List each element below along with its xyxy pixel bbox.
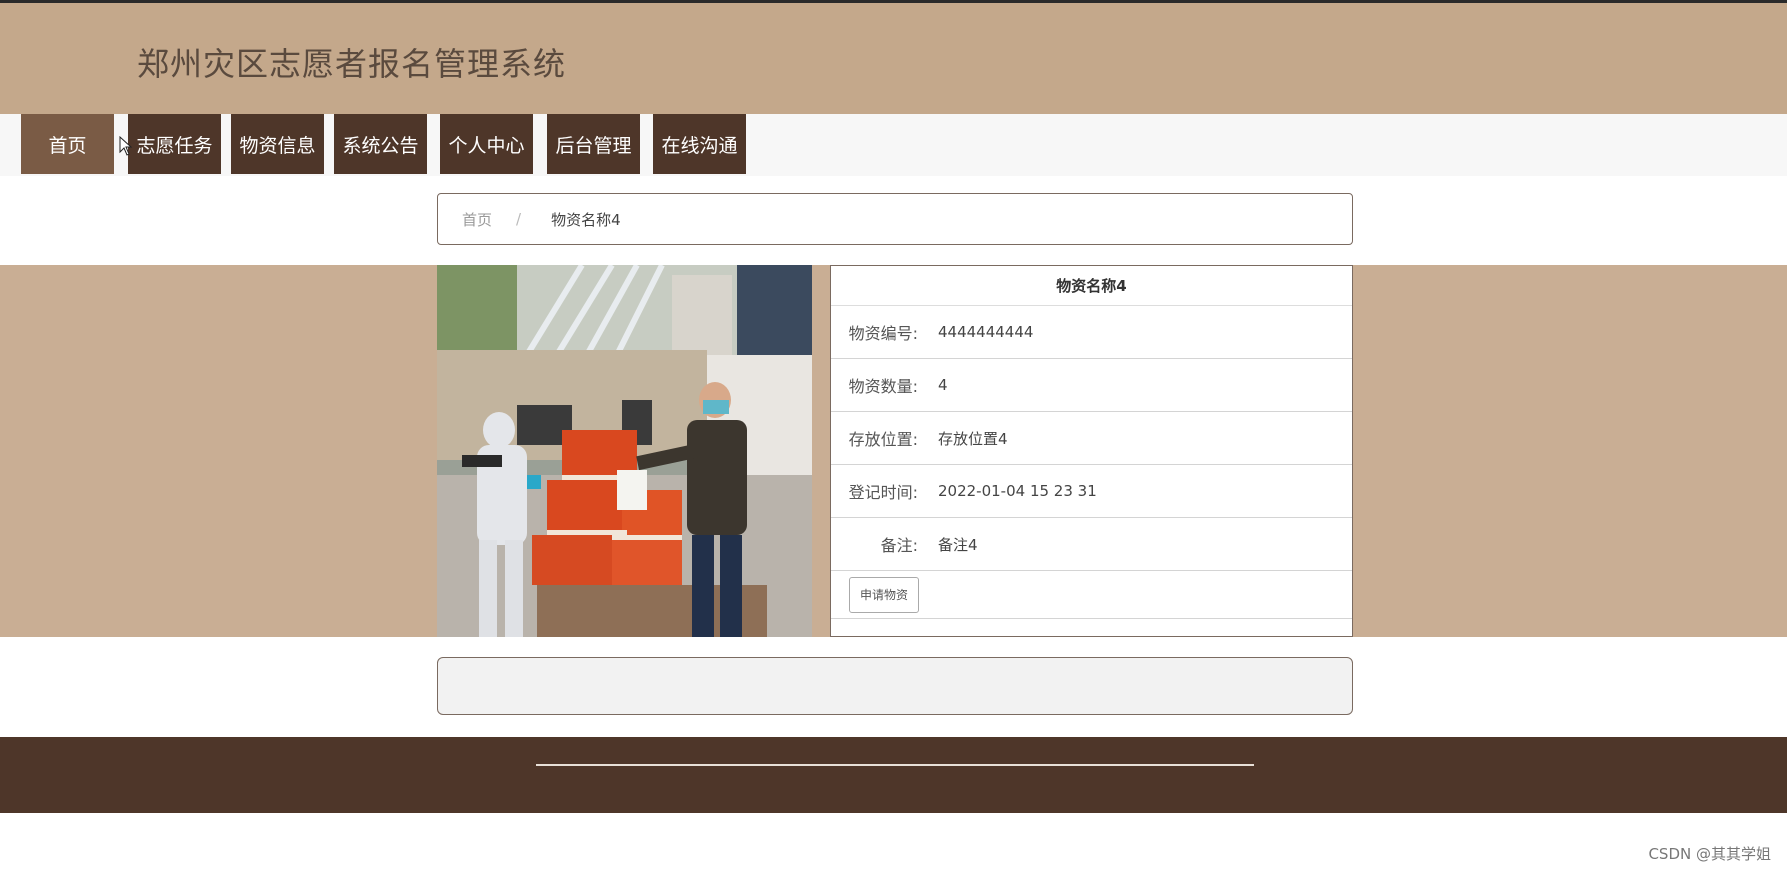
site-footer: [0, 737, 1787, 813]
detail-label: 存放位置:: [848, 430, 918, 449]
breadcrumb-current: 物资名称4: [551, 210, 621, 229]
detail-value: 4: [938, 376, 948, 394]
nav-item-online-chat[interactable]: 在线沟通: [653, 114, 746, 174]
nav-item-home[interactable]: 首页: [21, 114, 114, 174]
supply-name-title: 物资名称4: [831, 266, 1352, 306]
detail-value: 存放位置4: [938, 429, 1008, 448]
detail-row-location: 存放位置: 存放位置4: [831, 412, 1352, 465]
breadcrumb-home-link[interactable]: 首页: [462, 209, 492, 230]
site-title: 郑州灾区志愿者报名管理系统: [137, 45, 567, 83]
detail-value: 4444444444: [938, 323, 1034, 341]
detail-value: 备注4: [938, 535, 978, 554]
detail-label: 物资编号:: [848, 324, 918, 343]
csdn-watermark: CSDN @其其学姐: [1648, 845, 1771, 863]
detail-label: 登记时间:: [848, 483, 918, 502]
detail-row-quantity: 物资数量: 4: [831, 359, 1352, 412]
detail-label: 物资数量:: [848, 377, 918, 396]
nav-item-personal-center[interactable]: 个人中心: [440, 114, 533, 174]
content-placeholder-box: [437, 657, 1353, 715]
breadcrumb: 首页 / 物资名称4: [437, 193, 1353, 245]
breadcrumb-separator: /: [516, 210, 522, 228]
detail-action-row: 申请物资: [831, 571, 1352, 619]
site-header: 郑州灾区志愿者报名管理系统: [0, 0, 1787, 114]
nav-item-supplies[interactable]: 物资信息: [231, 114, 324, 174]
supply-photo: [437, 265, 812, 637]
apply-supply-button[interactable]: 申请物资: [849, 576, 920, 613]
mouse-cursor-icon: [119, 136, 133, 156]
detail-row-register-time: 登记时间: 2022-01-04 15 23 31: [831, 465, 1352, 518]
nav-item-admin[interactable]: 后台管理: [547, 114, 640, 174]
main-nav: 首页 志愿任务 物资信息 系统公告 个人中心 后台管理 在线沟通: [0, 114, 1787, 176]
nav-item-volunteer-tasks[interactable]: 志愿任务: [128, 114, 221, 174]
detail-label: 备注:: [880, 536, 918, 555]
detail-row-code: 物资编号: 4444444444: [831, 306, 1352, 359]
supply-photo-image: [437, 265, 812, 637]
footer-divider: [536, 764, 1254, 766]
supply-detail-panel: 物资名称4 物资编号: 4444444444 物资数量: 4 存放位置: 存放位…: [830, 265, 1353, 637]
nav-item-announcements[interactable]: 系统公告: [334, 114, 427, 174]
detail-value: 2022-01-04 15 23 31: [938, 482, 1097, 500]
detail-row-remark: 备注: 备注4: [831, 518, 1352, 571]
